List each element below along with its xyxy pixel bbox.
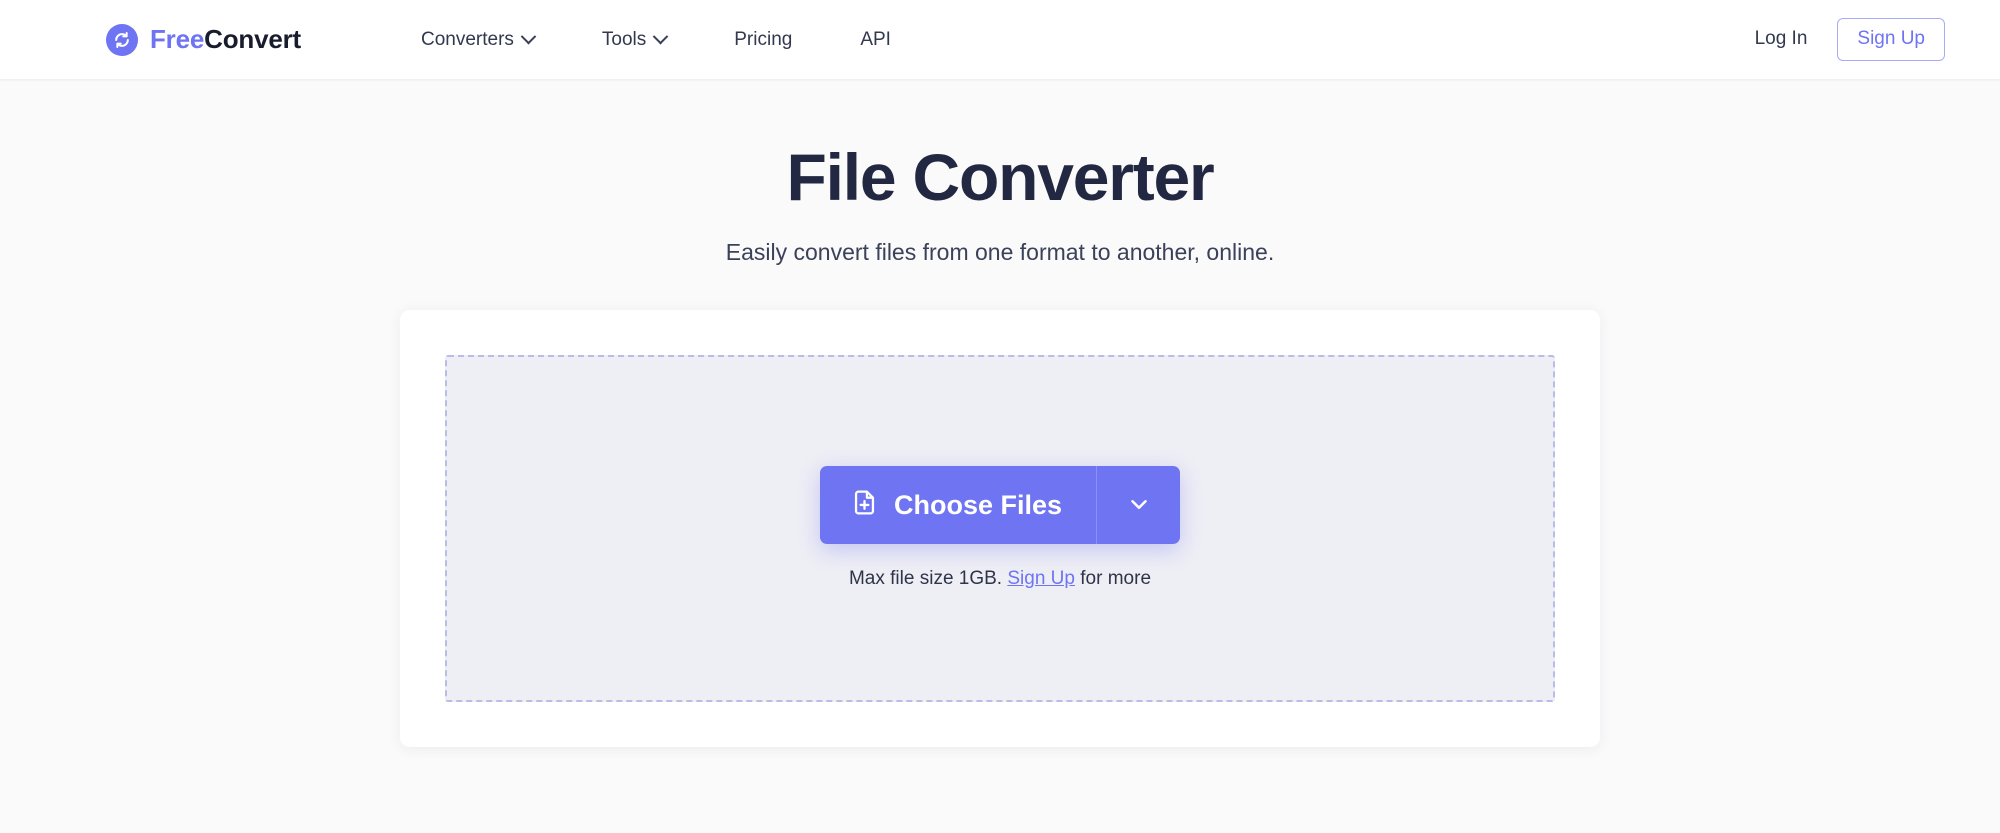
nav-item-pricing[interactable]: Pricing	[734, 21, 792, 59]
login-link[interactable]: Log In	[1755, 28, 1808, 50]
brand-logo-link[interactable]: FreeConvert	[106, 23, 301, 56]
max-file-size-prefix: Max file size 1GB.	[848, 568, 1003, 590]
nav-label-converters: Converters	[420, 28, 514, 50]
nav-label-api: API	[860, 28, 891, 50]
max-file-size-suffix: for more	[1080, 568, 1152, 590]
site-header: FreeConvert Converters Tools Pricing API…	[0, 0, 2000, 79]
chevron-down-icon	[520, 28, 537, 45]
choose-files-dropdown-button[interactable]	[1096, 466, 1181, 545]
chevron-down-icon	[1126, 491, 1152, 520]
nav-item-converters[interactable]: Converters	[420, 21, 537, 59]
nav-label-pricing: Pricing	[734, 28, 793, 50]
signup-button[interactable]: Sign Up	[1837, 18, 1945, 61]
sync-circle-icon	[106, 23, 138, 56]
choose-files-button-group: Choose Files	[819, 466, 1181, 545]
chevron-down-icon	[652, 28, 669, 45]
nav-item-api[interactable]: API	[860, 21, 891, 59]
max-file-size-signup-link[interactable]: Sign Up	[1007, 568, 1075, 589]
page-subtitle: Easily convert files from one format to …	[725, 238, 1275, 265]
page-content: File Converter Easily convert files from…	[0, 79, 2000, 833]
brand-text-convert: Convert	[204, 24, 301, 54]
brand-text-free: Free	[150, 24, 205, 54]
main-navigation: Converters Tools Pricing API	[421, 21, 891, 59]
file-add-icon	[850, 488, 879, 522]
choose-files-label: Choose Files	[893, 489, 1063, 520]
page-title: File Converter	[786, 140, 1215, 214]
choose-files-button[interactable]: Choose Files	[819, 466, 1097, 545]
uploader-card: Choose Files Max file size 1GB. Sign Up …	[400, 309, 1600, 747]
header-actions: Log In Sign Up	[1755, 18, 1945, 61]
brand-wordmark: FreeConvert	[150, 24, 301, 55]
nav-item-tools[interactable]: Tools	[601, 21, 669, 59]
file-dropzone[interactable]: Choose Files Max file size 1GB. Sign Up …	[445, 354, 1555, 702]
max-file-size-note: Max file size 1GB. Sign Up for more	[849, 568, 1151, 590]
nav-label-tools: Tools	[601, 28, 647, 50]
